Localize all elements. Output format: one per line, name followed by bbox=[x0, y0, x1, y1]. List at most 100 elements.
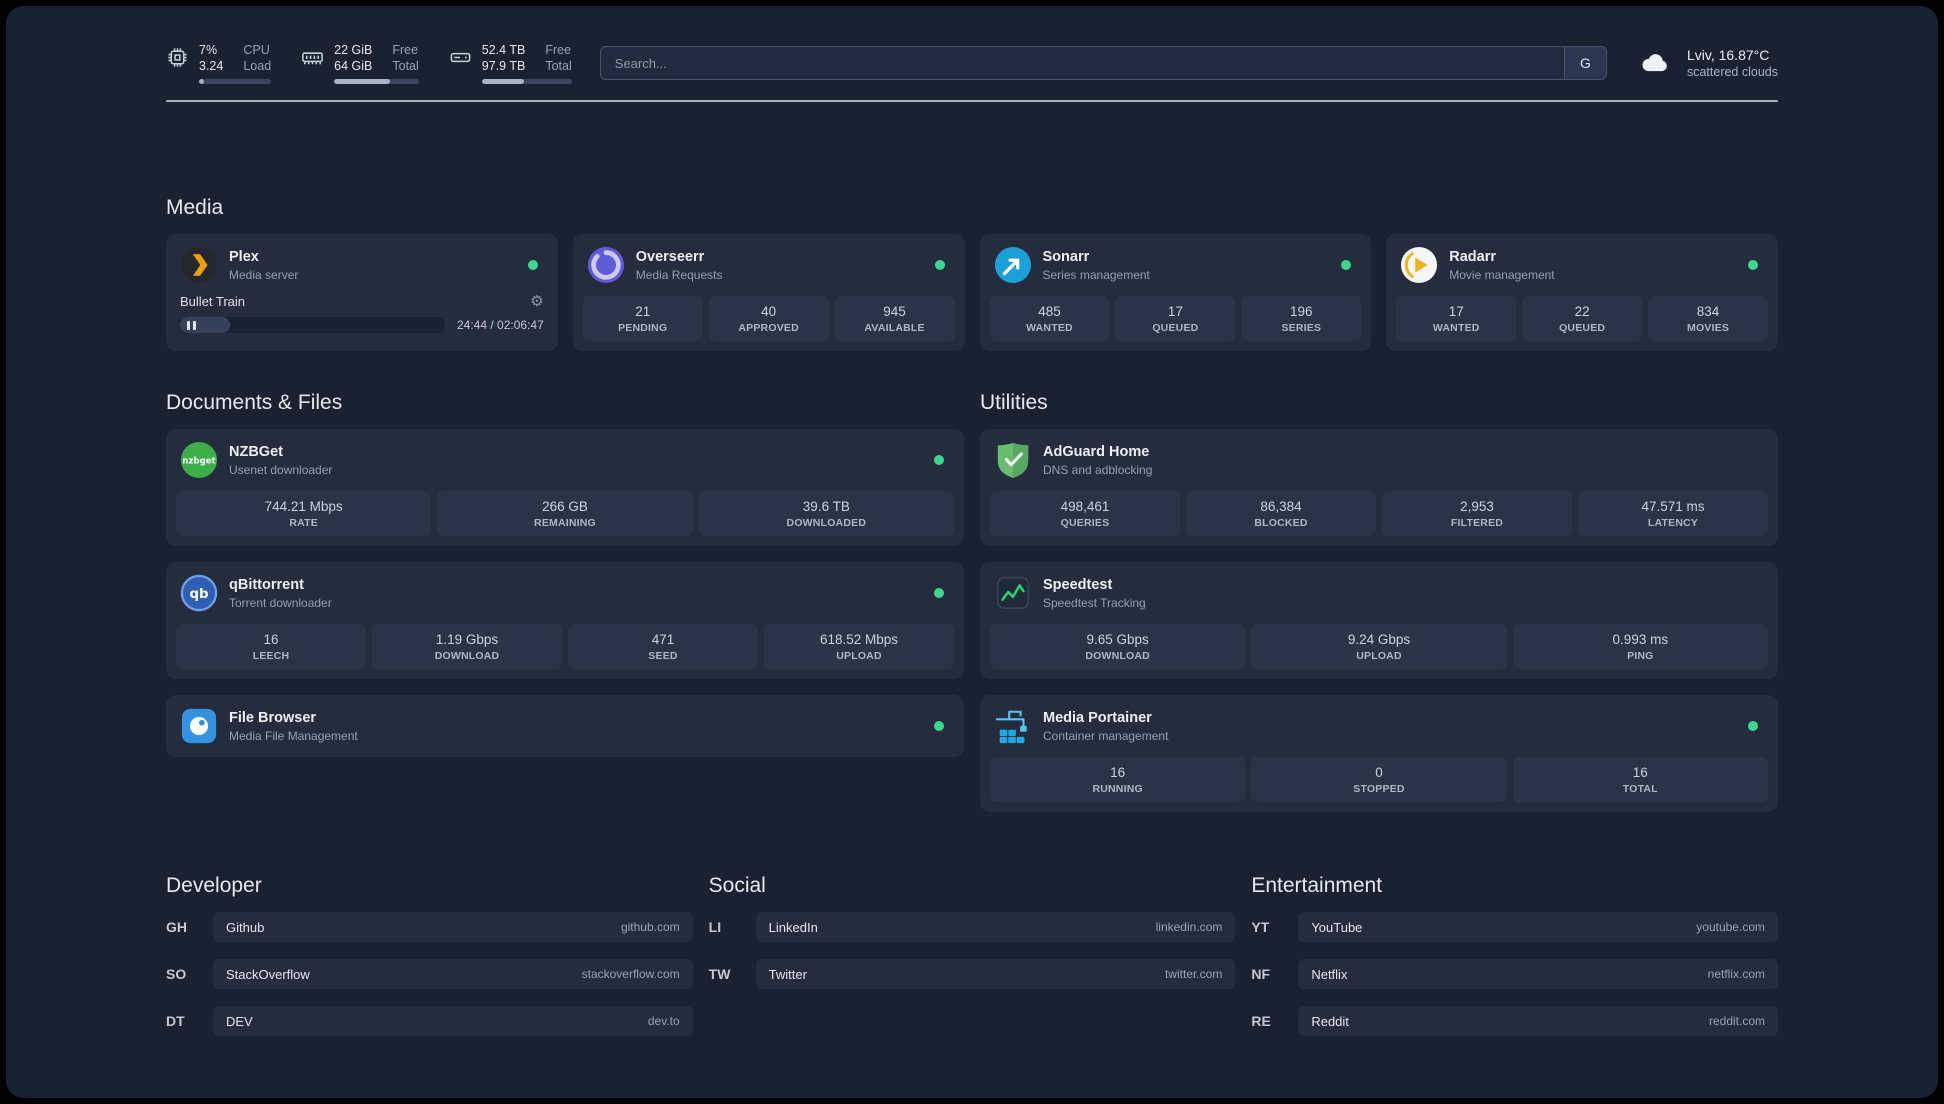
section-documents: Documents & Files nzbget NZBGet Usenet d… bbox=[166, 391, 964, 757]
card-subtitle: Movie management bbox=[1449, 267, 1555, 282]
svg-text:nzbget: nzbget bbox=[182, 456, 215, 466]
bookmark-stackoverflow[interactable]: SO StackOverflow stackoverflow.com bbox=[166, 959, 693, 989]
section-title-documents: Documents & Files bbox=[166, 391, 343, 414]
section-title-entertainment: Entertainment bbox=[1251, 874, 1383, 897]
stat-queued: 22 QUEUED bbox=[1522, 296, 1643, 341]
card-subtitle: Media server bbox=[229, 267, 299, 282]
bookmark-domain: dev.to bbox=[647, 1014, 680, 1028]
section-title-developer: Developer bbox=[166, 874, 262, 897]
disk-total-label: Total bbox=[545, 59, 572, 73]
portainer-icon bbox=[994, 707, 1032, 745]
playback-progress-bar[interactable] bbox=[180, 317, 445, 333]
bookmark-name: Netflix bbox=[1311, 966, 1348, 982]
cpu-usage-value: 7% bbox=[199, 42, 218, 57]
cpu-load-value: 3.24 bbox=[199, 59, 224, 73]
bookmark-linkedin[interactable]: LI LinkedIn linkedin.com bbox=[709, 912, 1236, 942]
card-title: Plex bbox=[229, 248, 259, 265]
card-nzbget[interactable]: nzbget NZBGet Usenet downloader 744.21 M… bbox=[166, 429, 964, 546]
status-dot bbox=[1748, 260, 1758, 270]
bookmark-domain: linkedin.com bbox=[1155, 920, 1223, 934]
card-qbittorrent[interactable]: qb qBittorrent Torrent downloader 16 LEE… bbox=[166, 562, 964, 679]
gear-icon[interactable]: ⚙ bbox=[530, 294, 543, 309]
memory-free-label: Free bbox=[392, 42, 419, 57]
stat-download: 1.19 Gbps DOWNLOAD bbox=[372, 624, 562, 669]
bookmark-abbr: LI bbox=[708, 919, 722, 935]
bookmark-twitter[interactable]: TW Twitter twitter.com bbox=[709, 959, 1236, 989]
status-dot bbox=[934, 588, 944, 598]
card-speedtest[interactable]: Speedtest Speedtest Tracking 9.65 Gbps D… bbox=[980, 562, 1778, 679]
nzbget-icon: nzbget bbox=[180, 441, 218, 479]
stat-pending: 21 PENDING bbox=[582, 296, 703, 341]
search-provider-button[interactable]: G bbox=[1563, 47, 1606, 79]
memory-total-value: 64 GiB bbox=[334, 59, 373, 73]
bookmark-name: LinkedIn bbox=[768, 919, 818, 935]
sonarr-icon bbox=[994, 246, 1032, 284]
card-title: Speedtest bbox=[1043, 576, 1113, 593]
resource-widgets: 7% 3.24 CPU Load 22 GiB 64 GiB Free Tota… bbox=[166, 42, 572, 85]
card-portainer[interactable]: Media Portainer Container management 16 … bbox=[980, 695, 1778, 812]
bookmark-netflix[interactable]: NF Netflix netflix.com bbox=[1251, 959, 1778, 989]
bookmark-name: Github bbox=[226, 919, 265, 935]
card-subtitle: Media Requests bbox=[635, 267, 723, 282]
section-title-media: Media bbox=[166, 196, 224, 219]
card-title: AdGuard Home bbox=[1043, 443, 1150, 460]
stat-upload: 618.52 Mbps UPLOAD bbox=[764, 624, 954, 669]
search-input[interactable] bbox=[600, 47, 1564, 79]
bookmark-abbr: GH bbox=[166, 919, 187, 935]
stat-leech: 16 LEECH bbox=[176, 624, 366, 669]
bookmark-abbr: YT bbox=[1251, 919, 1270, 935]
status-dot bbox=[1341, 260, 1352, 270]
card-adguard[interactable]: AdGuard Home DNS and adblocking 498,461 … bbox=[980, 429, 1778, 546]
bookmark-abbr: NF bbox=[1251, 966, 1270, 982]
card-subtitle: Container management bbox=[1043, 728, 1169, 743]
card-title: Radarr bbox=[1449, 248, 1496, 265]
stat-total: 16 TOTAL bbox=[1512, 757, 1768, 802]
bookmark-abbr: RE bbox=[1251, 1013, 1271, 1029]
bookmark-youtube[interactable]: YT YouTube youtube.com bbox=[1251, 912, 1778, 942]
bookmark-name: YouTube bbox=[1311, 919, 1363, 935]
stat-remaining: 266 GB REMAINING bbox=[437, 491, 693, 536]
pause-icon[interactable] bbox=[187, 320, 196, 330]
bookmark-name: Reddit bbox=[1311, 1013, 1349, 1029]
plex-now-playing: Bullet Train ⚙ 24:44 / 02:06:47 bbox=[176, 294, 548, 333]
adguard-icon bbox=[994, 441, 1032, 479]
card-subtitle: Speedtest Tracking bbox=[1043, 595, 1146, 610]
stat-running: 16 RUNNING bbox=[990, 757, 1246, 802]
search-bar: G bbox=[599, 46, 1607, 80]
stat-queries: 498,461 QUERIES bbox=[990, 491, 1180, 536]
card-title: Overseerr bbox=[635, 248, 705, 265]
stat-ping: 0.993 ms PING bbox=[1512, 624, 1768, 669]
status-dot bbox=[934, 455, 944, 465]
card-filebrowser[interactable]: File Browser Media File Management bbox=[166, 695, 964, 757]
bookmark-domain: youtube.com bbox=[1696, 920, 1765, 934]
card-overseerr[interactable]: Overseerr Media Requests 21 PENDING 40 A… bbox=[572, 234, 965, 351]
card-radarr[interactable]: Radarr Movie management 17 WANTED 22 QUE… bbox=[1386, 234, 1778, 351]
stat-wanted: 17 WANTED bbox=[1396, 296, 1517, 341]
card-title: qBittorrent bbox=[229, 576, 304, 593]
bookmark-github[interactable]: GH Github github.com bbox=[166, 912, 693, 942]
card-sonarr[interactable]: Sonarr Series management 485 WANTED 17 Q… bbox=[979, 234, 1372, 351]
memory-icon bbox=[301, 42, 324, 69]
stat-blocked: 86,384 BLOCKED bbox=[1186, 491, 1376, 536]
card-plex[interactable]: Plex Media server Bullet Train ⚙ 24:44 /… bbox=[166, 234, 558, 351]
stat-queued: 17 QUEUED bbox=[1115, 296, 1236, 341]
card-title: Media Portainer bbox=[1043, 709, 1152, 726]
cpu-icon bbox=[166, 42, 189, 69]
cpu-progress-bar bbox=[199, 79, 272, 85]
stat-downloaded: 39.6 TB DOWNLOADED bbox=[698, 491, 954, 536]
memory-progress-bar bbox=[334, 79, 419, 85]
bookmark-reddit[interactable]: RE Reddit reddit.com bbox=[1251, 1006, 1778, 1036]
bookmark-dev[interactable]: DT DEV dev.to bbox=[166, 1006, 693, 1036]
memory-free-value: 22 GiB bbox=[334, 42, 373, 57]
card-subtitle: DNS and adblocking bbox=[1043, 462, 1153, 477]
top-bar: 7% 3.24 CPU Load 22 GiB 64 GiB Free Tota… bbox=[166, 40, 1778, 86]
disk-total-value: 97.9 TB bbox=[481, 59, 526, 73]
filebrowser-icon bbox=[180, 707, 218, 745]
bookmark-domain: twitter.com bbox=[1164, 967, 1223, 981]
stat-rate: 744.21 Mbps RATE bbox=[176, 491, 432, 536]
topbar-divider bbox=[166, 100, 1778, 102]
bookmark-group-entertainment: Entertainment YT YouTube youtube.com NF … bbox=[1251, 874, 1778, 1036]
overseerr-icon bbox=[587, 246, 625, 284]
stat-seed: 471 SEED bbox=[568, 624, 758, 669]
cpu-load-label: Load bbox=[243, 59, 272, 73]
